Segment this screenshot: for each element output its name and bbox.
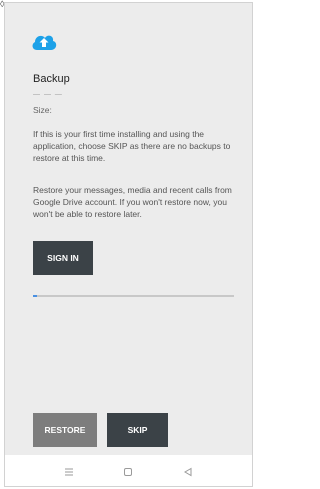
- home-square-icon[interactable]: [123, 464, 133, 482]
- backup-screen: Backup — — — Size: If this is your first…: [4, 2, 253, 487]
- navigation-bar: [5, 455, 252, 486]
- page-title: Backup: [33, 73, 70, 85]
- first-install-info: If this is your first time installing an…: [33, 129, 231, 163]
- cloud-upload-icon: [31, 31, 57, 56]
- menu-icon[interactable]: [64, 464, 74, 482]
- progress-bar: [33, 295, 234, 297]
- size-placeholder: — — —: [33, 91, 63, 98]
- back-triangle-icon[interactable]: [183, 464, 193, 482]
- progress-fill: [33, 295, 38, 297]
- size-label: Size:: [33, 105, 52, 115]
- restore-info: Restore your messages, media and recent …: [33, 185, 232, 219]
- skip-button[interactable]: SKIP: [107, 413, 168, 447]
- sign-in-button[interactable]: SIGN IN: [33, 241, 93, 275]
- restore-button[interactable]: RESTORE: [33, 413, 97, 447]
